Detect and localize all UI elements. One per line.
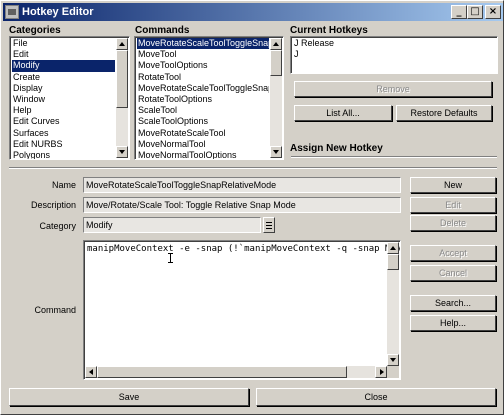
delete-button[interactable]: Delete bbox=[410, 215, 496, 231]
scroll-right-arrow-icon[interactable] bbox=[375, 366, 387, 378]
section-divider bbox=[9, 167, 497, 169]
hscroll-thumb[interactable] bbox=[97, 366, 347, 378]
scroll-thumb[interactable] bbox=[116, 50, 128, 108]
name-label: Name bbox=[51, 180, 76, 190]
hotkey-list-item[interactable]: J Release bbox=[293, 38, 495, 49]
categories-items: File Edit Modify Create Display Window Help Edi… bbox=[12, 38, 115, 159]
list-all-button[interactable]: List All... bbox=[294, 105, 392, 121]
category-list-item[interactable]: Display bbox=[12, 83, 115, 94]
title-bar[interactable]: Hotkey Editor _ □ × bbox=[3, 3, 503, 21]
accept-button[interactable]: Accept bbox=[410, 245, 496, 261]
category-list-item[interactable]: Polygons bbox=[12, 150, 115, 159]
edit-button[interactable]: Edit bbox=[410, 197, 496, 213]
scroll-thumb[interactable] bbox=[387, 254, 399, 270]
scroll-up-arrow-icon[interactable] bbox=[270, 38, 282, 50]
scroll-corner bbox=[387, 366, 399, 378]
category-dropdown-icon[interactable] bbox=[263, 217, 275, 233]
window-controls: _ □ × bbox=[451, 5, 501, 19]
description-field[interactable]: Move/Rotate/Scale Tool: Toggle Relative … bbox=[83, 197, 401, 213]
restore-defaults-button[interactable]: Restore Defaults bbox=[396, 105, 492, 121]
command-list-item[interactable]: MoveRotateScaleToolToggleSnapRelativeMod… bbox=[137, 83, 269, 94]
category-list-item[interactable]: Window bbox=[12, 94, 115, 105]
description-label: Description bbox=[30, 200, 76, 210]
command-list-item[interactable]: RotateTool bbox=[137, 72, 269, 83]
assign-new-hotkey-header: Assign New Hotkey bbox=[290, 143, 383, 154]
current-hotkeys-header: Current Hotkeys bbox=[290, 25, 368, 36]
help-button[interactable]: Help... bbox=[410, 315, 496, 331]
current-hotkeys-list[interactable]: J Release J bbox=[290, 36, 498, 74]
commands-items: MoveRotateScaleToolToggleSnapRelativeMod… bbox=[137, 38, 269, 159]
scroll-thumb[interactable] bbox=[270, 50, 282, 76]
current-hotkeys-items: J Release J bbox=[293, 38, 495, 60]
scroll-down-arrow-icon[interactable] bbox=[387, 354, 399, 366]
scroll-down-arrow-icon[interactable] bbox=[116, 146, 128, 158]
command-editor[interactable]: manipMoveContext -e -snap (!`manipMoveCo… bbox=[83, 240, 401, 380]
text-cursor-icon bbox=[168, 253, 173, 263]
save-button[interactable]: Save bbox=[9, 388, 249, 406]
command-list-item[interactable]: MoveRotateScaleToolToggleSnapRelativeMod… bbox=[137, 38, 269, 50]
command-vscroll[interactable] bbox=[387, 242, 399, 366]
categories-scrollbar[interactable] bbox=[116, 38, 128, 158]
scroll-down-arrow-icon[interactable] bbox=[270, 146, 282, 158]
hotkey-editor-window: Hotkey Editor _ □ × Categories Commands … bbox=[0, 0, 504, 415]
cancel-button[interactable]: Cancel bbox=[410, 265, 496, 281]
scroll-up-arrow-icon[interactable] bbox=[116, 38, 128, 50]
command-list-item[interactable]: RotateToolOptions bbox=[137, 94, 269, 105]
command-list-item[interactable]: MoveTool bbox=[137, 49, 269, 60]
scroll-up-arrow-icon[interactable] bbox=[387, 242, 399, 254]
search-button[interactable]: Search... bbox=[410, 295, 496, 311]
category-field[interactable]: Modify bbox=[83, 217, 261, 233]
remove-button[interactable]: Remove bbox=[294, 81, 492, 97]
category-list-item[interactable]: Modify bbox=[12, 60, 115, 72]
category-list-item[interactable]: Create bbox=[12, 72, 115, 83]
categories-list[interactable]: File Edit Modify Create Display Window Help Edi… bbox=[9, 36, 130, 160]
category-list-item[interactable]: Help bbox=[12, 105, 115, 116]
command-text: manipMoveContext -e -snap (!`manipMoveCo… bbox=[87, 244, 400, 254]
command-list-item[interactable]: MoveToolOptions bbox=[137, 60, 269, 71]
commands-list[interactable]: MoveRotateScaleToolToggleSnapRelativeMod… bbox=[134, 36, 284, 160]
close-button[interactable]: Close bbox=[256, 388, 496, 406]
scroll-left-arrow-icon[interactable] bbox=[85, 366, 97, 378]
window-title: Hotkey Editor bbox=[22, 6, 94, 18]
command-list-item[interactable]: MoveNormalTool bbox=[137, 139, 269, 150]
new-button[interactable]: New bbox=[410, 177, 496, 193]
command-list-item[interactable]: MoveRotateScaleTool bbox=[137, 128, 269, 139]
commands-header: Commands bbox=[135, 25, 190, 36]
commands-scrollbar[interactable] bbox=[270, 38, 282, 158]
category-list-item[interactable]: Surfaces bbox=[12, 128, 115, 139]
command-list-item[interactable]: ScaleTool bbox=[137, 105, 269, 116]
category-list-item[interactable]: Edit NURBS bbox=[12, 139, 115, 150]
command-list-item[interactable]: ScaleToolOptions bbox=[137, 116, 269, 127]
close-window-button[interactable]: × bbox=[485, 5, 501, 19]
window-app-icon bbox=[5, 5, 19, 19]
command-list-item[interactable]: MoveNormalToolOptions bbox=[137, 150, 269, 159]
category-label: Category bbox=[39, 221, 76, 231]
minimize-button[interactable]: _ bbox=[451, 5, 467, 19]
maximize-button[interactable]: □ bbox=[467, 5, 483, 19]
category-list-item[interactable]: File bbox=[12, 38, 115, 49]
name-field[interactable]: MoveRotateScaleToolToggleSnapRelativeMod… bbox=[83, 177, 401, 193]
category-list-item[interactable]: Edit bbox=[12, 49, 115, 60]
assign-divider bbox=[291, 156, 497, 158]
category-list-item[interactable]: Edit Curves bbox=[12, 116, 115, 127]
hotkey-list-item[interactable]: J bbox=[293, 49, 495, 60]
command-label: Command bbox=[34, 305, 76, 315]
categories-header: Categories bbox=[9, 25, 61, 36]
command-hscroll[interactable] bbox=[85, 366, 387, 378]
